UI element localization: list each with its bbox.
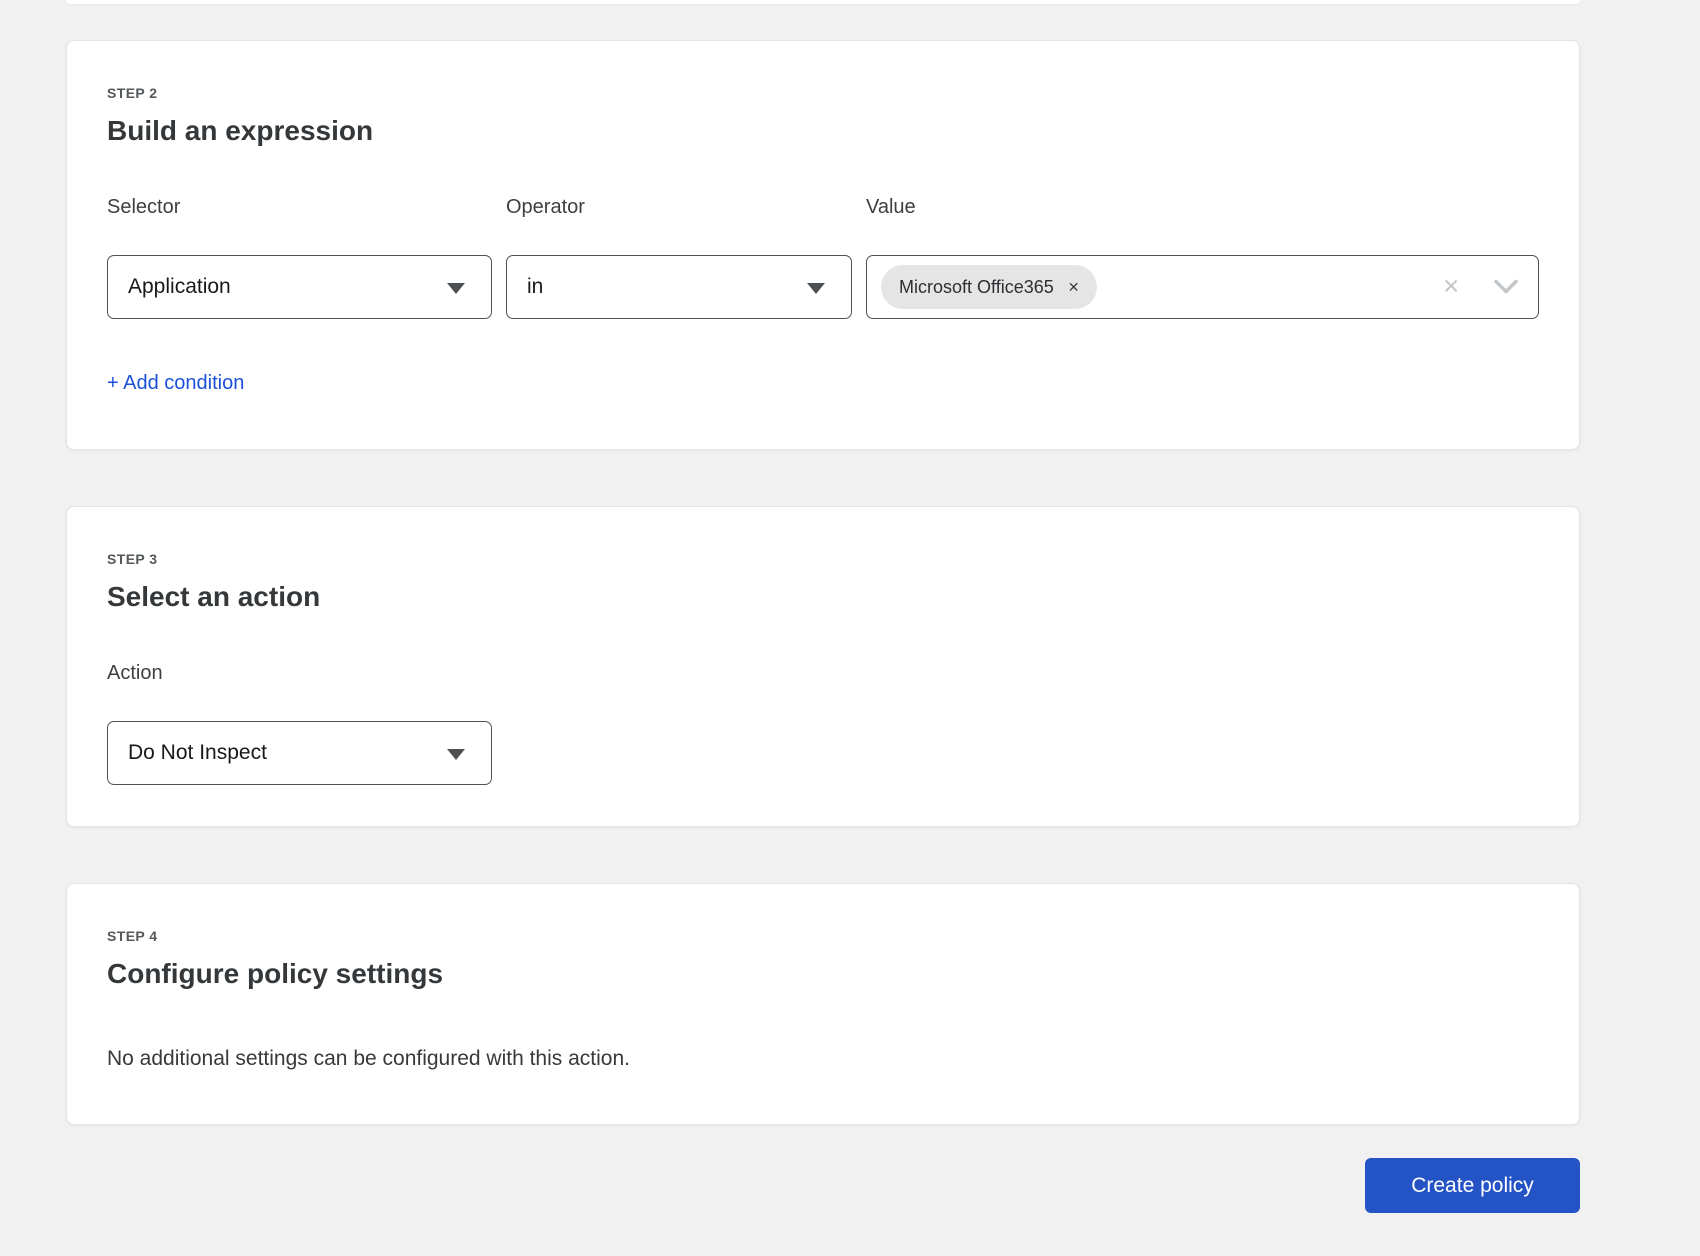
action-fields-row: Action Do Not Inspect [107, 661, 1539, 785]
operator-label: Operator [506, 195, 852, 219]
step3-label: STEP 3 [107, 551, 1539, 567]
selector-field: Selector Application [107, 195, 492, 319]
step3-card: STEP 3 Select an action Action Do Not In… [66, 506, 1580, 827]
caret-down-icon [807, 283, 825, 294]
settings-note: No additional settings can be configured… [107, 1046, 1539, 1072]
step4-label: STEP 4 [107, 928, 1539, 944]
previous-card-bottom-edge [66, 0, 1580, 4]
value-tag: Microsoft Office365 ✕ [881, 265, 1097, 309]
step2-card: STEP 2 Build an expression Selector Appl… [66, 40, 1580, 450]
expression-fields-row: Selector Application Operator in Value M… [107, 195, 1539, 319]
selector-dropdown[interactable]: Application [107, 255, 492, 319]
footer-row: Create policy [66, 1158, 1580, 1213]
add-condition-link[interactable]: + Add condition [107, 371, 244, 395]
value-label: Value [866, 195, 1539, 219]
chevron-down-icon[interactable] [1494, 280, 1518, 295]
action-label: Action [107, 661, 492, 685]
caret-down-icon [447, 283, 465, 294]
operator-dropdown[interactable]: in [506, 255, 852, 319]
caret-down-icon [447, 749, 465, 760]
remove-tag-icon[interactable]: ✕ [1068, 280, 1080, 294]
step4-title: Configure policy settings [107, 958, 1539, 990]
step2-title: Build an expression [107, 115, 1539, 147]
value-multiselect[interactable]: Microsoft Office365 ✕ ✕ [866, 255, 1539, 319]
action-dropdown[interactable]: Do Not Inspect [107, 721, 492, 785]
value-field: Value Microsoft Office365 ✕ ✕ [866, 195, 1539, 319]
action-value: Do Not Inspect [128, 741, 267, 765]
create-policy-button[interactable]: Create policy [1365, 1158, 1580, 1213]
step3-title: Select an action [107, 581, 1539, 613]
action-field: Action Do Not Inspect [107, 661, 492, 785]
selector-label: Selector [107, 195, 492, 219]
operator-value: in [527, 275, 543, 299]
step2-label: STEP 2 [107, 85, 1539, 101]
page-content: STEP 2 Build an expression Selector Appl… [66, 0, 1580, 1213]
selector-value: Application [128, 275, 231, 299]
step4-card: STEP 4 Configure policy settings No addi… [66, 883, 1580, 1125]
value-tag-text: Microsoft Office365 [899, 277, 1054, 298]
operator-field: Operator in [506, 195, 852, 319]
clear-selection-icon[interactable]: ✕ [1442, 277, 1460, 298]
